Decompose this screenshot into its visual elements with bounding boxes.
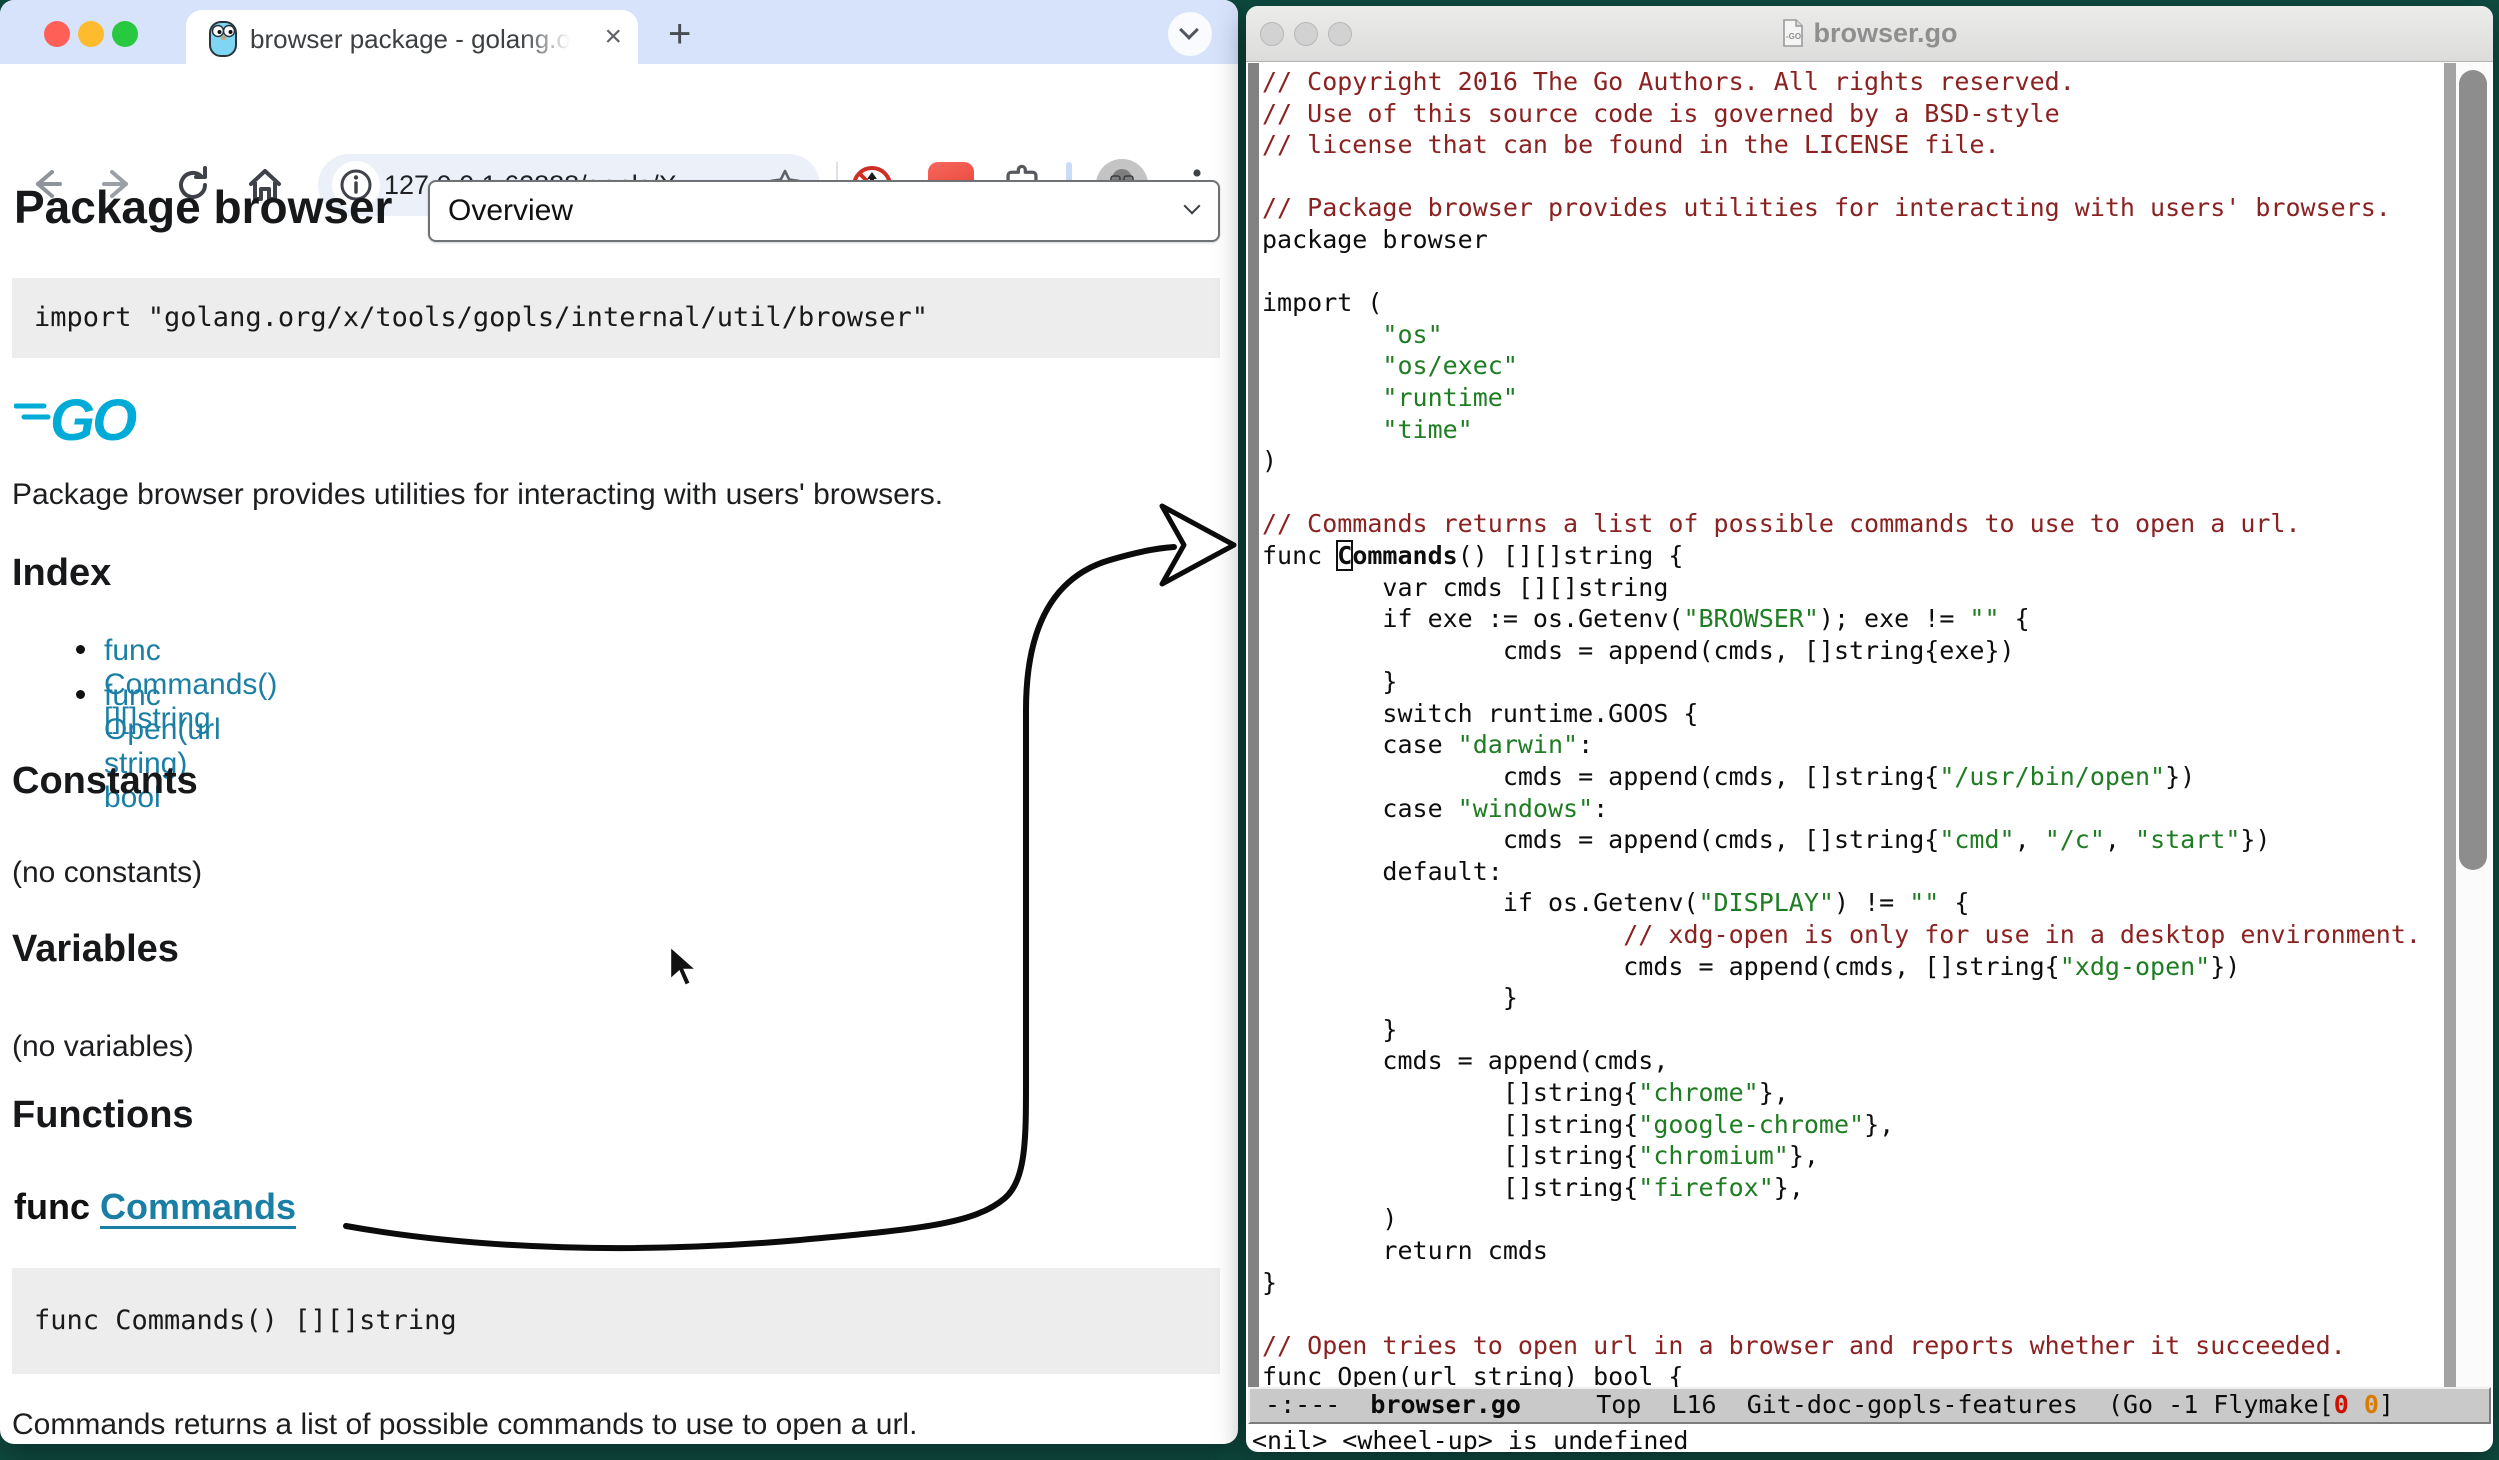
editor-right-fringe xyxy=(2444,63,2456,1387)
code-line: func Commands() [][]string { xyxy=(1262,540,2442,572)
func-commands-heading: func Commands xyxy=(14,1186,296,1228)
code-line: ) xyxy=(1262,445,2442,477)
code-line: cmds = append(cmds, xyxy=(1262,1045,2442,1077)
text-cursor: C xyxy=(1337,541,1352,570)
func-commands-link[interactable]: Commands xyxy=(100,1186,296,1227)
page-title: Package browser xyxy=(14,180,392,234)
code-line: cmds = append(cmds, []string{exe}) xyxy=(1262,635,2442,667)
macos-zoom-button[interactable] xyxy=(112,21,138,47)
doc-nav-select-value: Overview xyxy=(448,194,573,227)
code-line: // xdg-open is only for use in a desktop… xyxy=(1262,919,2442,951)
code-line: "os" xyxy=(1262,319,2442,351)
code-line: []string{"google-chrome"}, xyxy=(1262,1109,2442,1141)
code-line: import ( xyxy=(1262,287,2442,319)
modeline-state: -:--- xyxy=(1250,1390,1370,1419)
modeline-position: Top L16 Git-doc-gopls-features (Go -1 Fl… xyxy=(1521,1390,2334,1419)
code-line: if exe := os.Getenv("BROWSER"); exe != "… xyxy=(1262,603,2442,635)
code-line: func Open(url string) bool { xyxy=(1262,1361,2442,1387)
code-line: cmds = append(cmds, []string{"xdg-open"}… xyxy=(1262,951,2442,983)
code-line: } xyxy=(1262,666,2442,698)
code-line: []string{"chrome"}, xyxy=(1262,1077,2442,1109)
macos-minimize-button[interactable] xyxy=(78,21,104,47)
code-line: package browser xyxy=(1262,224,2442,256)
browser-window: browser package - golang.org × + xyxy=(0,0,1238,1444)
code-line: case "windows": xyxy=(1262,793,2442,825)
code-line: return cmds xyxy=(1262,1235,2442,1267)
code-line: // Commands returns a list of possible c… xyxy=(1262,508,2442,540)
code-line xyxy=(1262,256,2442,288)
code-line: if os.Getenv("DISPLAY") != "" { xyxy=(1262,887,2442,919)
func-keyword: func xyxy=(14,1186,100,1227)
code-line: cmds = append(cmds, []string{"cmd", "/c"… xyxy=(1262,824,2442,856)
tab-search-button[interactable] xyxy=(1168,12,1212,56)
svg-text:-GO: -GO xyxy=(1786,32,1801,41)
editor-left-scrollbar-strip[interactable] xyxy=(1248,63,1259,1387)
go-logo: GO xyxy=(14,384,184,452)
code-line: } xyxy=(1262,1014,2442,1046)
bullet-icon xyxy=(76,690,85,699)
code-line: var cmds [][]string xyxy=(1262,572,2442,604)
index-heading: Index xyxy=(12,552,111,595)
echo-area-message: <nil> <wheel-up> is undefined xyxy=(1252,1426,2490,1452)
code-line: "runtime" xyxy=(1262,382,2442,414)
code-line: } xyxy=(1262,982,2442,1014)
code-line: // Package browser provides utilities fo… xyxy=(1262,192,2442,224)
macos-close-button[interactable] xyxy=(44,21,70,47)
code-line xyxy=(1262,1298,2442,1330)
code-line: switch runtime.GOOS { xyxy=(1262,698,2442,730)
code-buffer[interactable]: // Copyright 2016 The Go Authors. All ri… xyxy=(1262,66,2442,1387)
code-line: case "darwin": xyxy=(1262,729,2442,761)
constants-empty: (no constants) xyxy=(12,856,202,890)
modeline: -:--- browser.go Top L16 Git-doc-gopls-f… xyxy=(1248,1387,2491,1424)
flymake-warning-count: 0 xyxy=(2364,1390,2379,1419)
editor-titlebar: -GO browser.go xyxy=(1246,6,2493,62)
go-gopher-favicon xyxy=(206,18,240,58)
browser-tab[interactable]: browser package - golang.org × xyxy=(186,10,638,64)
code-line: "time" xyxy=(1262,414,2442,446)
code-line: []string{"firefox"}, xyxy=(1262,1172,2442,1204)
code-line: // Open tries to open url in a browser a… xyxy=(1262,1330,2442,1362)
code-line: "os/exec" xyxy=(1262,350,2442,382)
chevron-down-icon xyxy=(1184,198,1201,215)
new-tab-button[interactable]: + xyxy=(668,12,691,57)
chevron-down-icon xyxy=(1179,20,1199,40)
code-line xyxy=(1262,477,2442,509)
code-line: ) xyxy=(1262,1203,2442,1235)
variables-empty: (no variables) xyxy=(12,1030,194,1064)
constants-heading: Constants xyxy=(12,760,198,803)
editor-window-title: -GO browser.go xyxy=(1246,18,2493,49)
tab-close-icon[interactable]: × xyxy=(604,22,622,52)
code-line: []string{"chromium"}, xyxy=(1262,1140,2442,1172)
svg-text:GO: GO xyxy=(50,388,137,452)
code-line: } xyxy=(1262,1267,2442,1299)
bullet-icon xyxy=(76,645,85,654)
functions-heading: Functions xyxy=(12,1094,194,1137)
doc-nav-select[interactable]: Overview xyxy=(428,180,1220,242)
tab-strip: browser package - golang.org × + xyxy=(0,0,1238,64)
code-line: // license that can be found in the LICE… xyxy=(1262,129,2442,161)
editor-scrollbar-track[interactable] xyxy=(2456,63,2493,1387)
editor-window: -GO browser.go // Copyright 2016 The Go … xyxy=(1246,6,2493,1452)
code-line xyxy=(1262,161,2442,193)
import-code-block: import "golang.org/x/tools/gopls/interna… xyxy=(12,278,1220,358)
code-line: // Use of this source code is governed b… xyxy=(1262,98,2442,130)
browser-toolbar: 127.0.0.1:62888/gopls/X... 2 xyxy=(0,64,1238,158)
code-line: default: xyxy=(1262,856,2442,888)
modeline-close-bracket: ] xyxy=(2379,1390,2394,1419)
tab-title-fade xyxy=(522,20,582,58)
modeline-buffer-name: browser.go xyxy=(1370,1390,1521,1419)
func-description: Commands returns a list of possible comm… xyxy=(12,1408,917,1442)
file-document-icon: -GO xyxy=(1781,18,1805,48)
package-intro: Package browser provides utilities for i… xyxy=(12,478,943,512)
editor-scrollbar-thumb[interactable] xyxy=(2459,70,2487,870)
code-line: // Copyright 2016 The Go Authors. All ri… xyxy=(1262,66,2442,98)
flymake-error-count: 0 xyxy=(2334,1390,2349,1419)
code-line: cmds = append(cmds, []string{"/usr/bin/o… xyxy=(1262,761,2442,793)
func-signature-block: func Commands() [][]string xyxy=(12,1268,1220,1374)
variables-heading: Variables xyxy=(12,928,179,971)
